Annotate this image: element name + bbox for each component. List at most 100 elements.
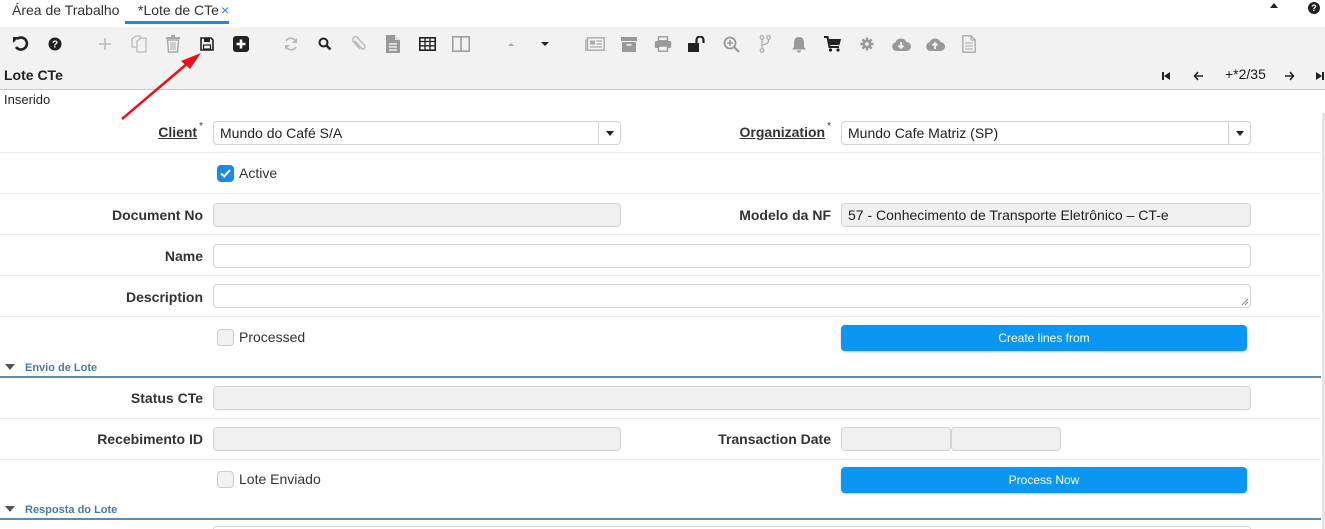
cart-icon [824, 36, 841, 52]
copy-icon [131, 35, 147, 53]
transaction-date-input[interactable] [841, 427, 951, 451]
organization-dropdown-button[interactable] [1228, 122, 1250, 144]
process-now-button[interactable]: Process Now [841, 467, 1247, 493]
arrow-left-icon [1193, 71, 1203, 81]
section-resposta-do-lote[interactable]: Resposta do Lote [0, 502, 1321, 520]
last-record-icon [1316, 72, 1324, 80]
cloud-upload-icon [926, 37, 945, 51]
caret-down-icon [541, 42, 549, 46]
workflow-button[interactable] [755, 34, 775, 54]
zoom-across-button[interactable] [721, 34, 741, 54]
status-cte-label: Status CTe [130, 390, 203, 406]
plus-square-icon [233, 36, 249, 52]
lote-enviado-label: Lote Enviado [239, 471, 321, 487]
transaction-time-input[interactable] [951, 427, 1061, 451]
trash-icon [166, 35, 180, 53]
save-button[interactable] [197, 34, 217, 54]
note-button[interactable] [383, 34, 403, 54]
save-and-new-button[interactable] [231, 34, 251, 54]
plus-icon [99, 38, 111, 50]
checkmark-icon [220, 169, 231, 178]
split-view-button[interactable] [451, 34, 471, 54]
new-record-button[interactable] [95, 34, 115, 54]
report-button[interactable] [585, 34, 605, 54]
resize-handle-icon[interactable] [1241, 298, 1249, 306]
name-label: Name [164, 248, 203, 264]
refresh-button[interactable] [281, 34, 301, 54]
name-input[interactable] [213, 244, 1251, 268]
chevron-down-icon [605, 130, 614, 136]
collapse-triangle-icon [5, 506, 15, 512]
process-button[interactable] [857, 34, 877, 54]
create-lines-from-button[interactable]: Create lines from [841, 325, 1247, 351]
last-record-button[interactable] [1312, 68, 1325, 84]
tab-area-de-trabalho[interactable]: Área de Trabalho [12, 0, 119, 24]
section-title: Resposta do Lote [25, 504, 118, 516]
zoom-in-icon [723, 36, 740, 53]
next-record-nav-button[interactable] [1281, 68, 1297, 84]
svg-text:?: ? [52, 40, 58, 51]
help-button[interactable]: ? [45, 34, 65, 54]
print-icon [654, 36, 672, 52]
archive-button[interactable] [619, 34, 639, 54]
undo-button[interactable] [11, 34, 31, 54]
status-cte-field[interactable] [213, 386, 1251, 410]
organization-combobox[interactable]: Mundo Cafe Matriz (SP) [841, 121, 1251, 145]
recebimento-id-label: Recebimento ID [97, 431, 203, 447]
active-label: Active [239, 165, 278, 181]
print-button[interactable] [653, 34, 673, 54]
form-row-document-no: Document No Modelo da NF 57 - Conhecimen… [0, 194, 1321, 235]
delete-button[interactable] [163, 34, 183, 54]
lock-button[interactable] [687, 34, 707, 54]
client-label[interactable]: Client * [110, 121, 203, 140]
copy-record-button[interactable] [129, 34, 149, 54]
description-label: Description [125, 289, 203, 305]
bell-icon [792, 36, 806, 52]
file-icon [962, 35, 976, 53]
client-dropdown-button[interactable] [598, 122, 620, 144]
attachment-button[interactable] [349, 34, 369, 54]
modelo-nf-field[interactable]: 57 - Conhecimento de Transporte Eletrôni… [841, 203, 1251, 227]
import-button[interactable] [925, 34, 945, 54]
gear-icon [860, 37, 874, 51]
lote-enviado-checkbox[interactable] [217, 471, 234, 488]
find-button[interactable] [315, 34, 335, 54]
first-record-button[interactable] [1158, 68, 1174, 84]
tab-lote-de-cte[interactable]: *Lote de CTe × [125, 0, 229, 24]
help-icon: ? [48, 37, 62, 51]
section-envio-de-lote[interactable]: Envio de Lote [0, 360, 1321, 378]
unlock-icon [688, 36, 705, 52]
document-no-label: Document No [112, 207, 203, 223]
save-icon [200, 37, 214, 51]
file-detail-button[interactable] [959, 34, 979, 54]
processed-checkbox[interactable] [217, 329, 234, 346]
section-title: Envio de Lote [25, 362, 98, 374]
client-combobox[interactable]: Mundo do Café S/A [213, 121, 621, 145]
previous-record-button[interactable] [501, 34, 521, 54]
organization-value: Mundo Cafe Matriz (SP) [848, 125, 999, 141]
recebimento-id-field[interactable] [213, 427, 621, 451]
caret-up-icon[interactable] [1270, 3, 1278, 8]
description-textarea[interactable] [213, 284, 1251, 308]
undo-icon [13, 36, 29, 51]
form-row-status-cte: Status CTe [0, 378, 1321, 419]
toolbar: ? [0, 27, 1325, 63]
record-header: Lote CTe +*2/35 [0, 63, 1325, 90]
record-title: Lote CTe [4, 67, 63, 83]
organization-label[interactable]: Organization * [700, 121, 831, 140]
form-row-description: Description [0, 276, 1321, 317]
search-icon [318, 37, 332, 51]
close-icon[interactable]: × [221, 0, 229, 20]
next-record-button[interactable] [535, 34, 555, 54]
request-button[interactable] [789, 34, 809, 54]
product-info-button[interactable] [823, 34, 843, 54]
previous-record-nav-button[interactable] [1190, 68, 1206, 84]
document-no-field[interactable] [213, 203, 621, 227]
form-row-active: Active [0, 153, 1321, 194]
help-icon[interactable]: ? [1308, 2, 1320, 14]
transaction-date-label: Transaction Date [718, 431, 831, 447]
export-button[interactable] [891, 34, 911, 54]
grid-toggle-button[interactable] [417, 34, 437, 54]
active-checkbox[interactable] [217, 165, 234, 182]
tab-label: *Lote de CTe [138, 2, 219, 18]
